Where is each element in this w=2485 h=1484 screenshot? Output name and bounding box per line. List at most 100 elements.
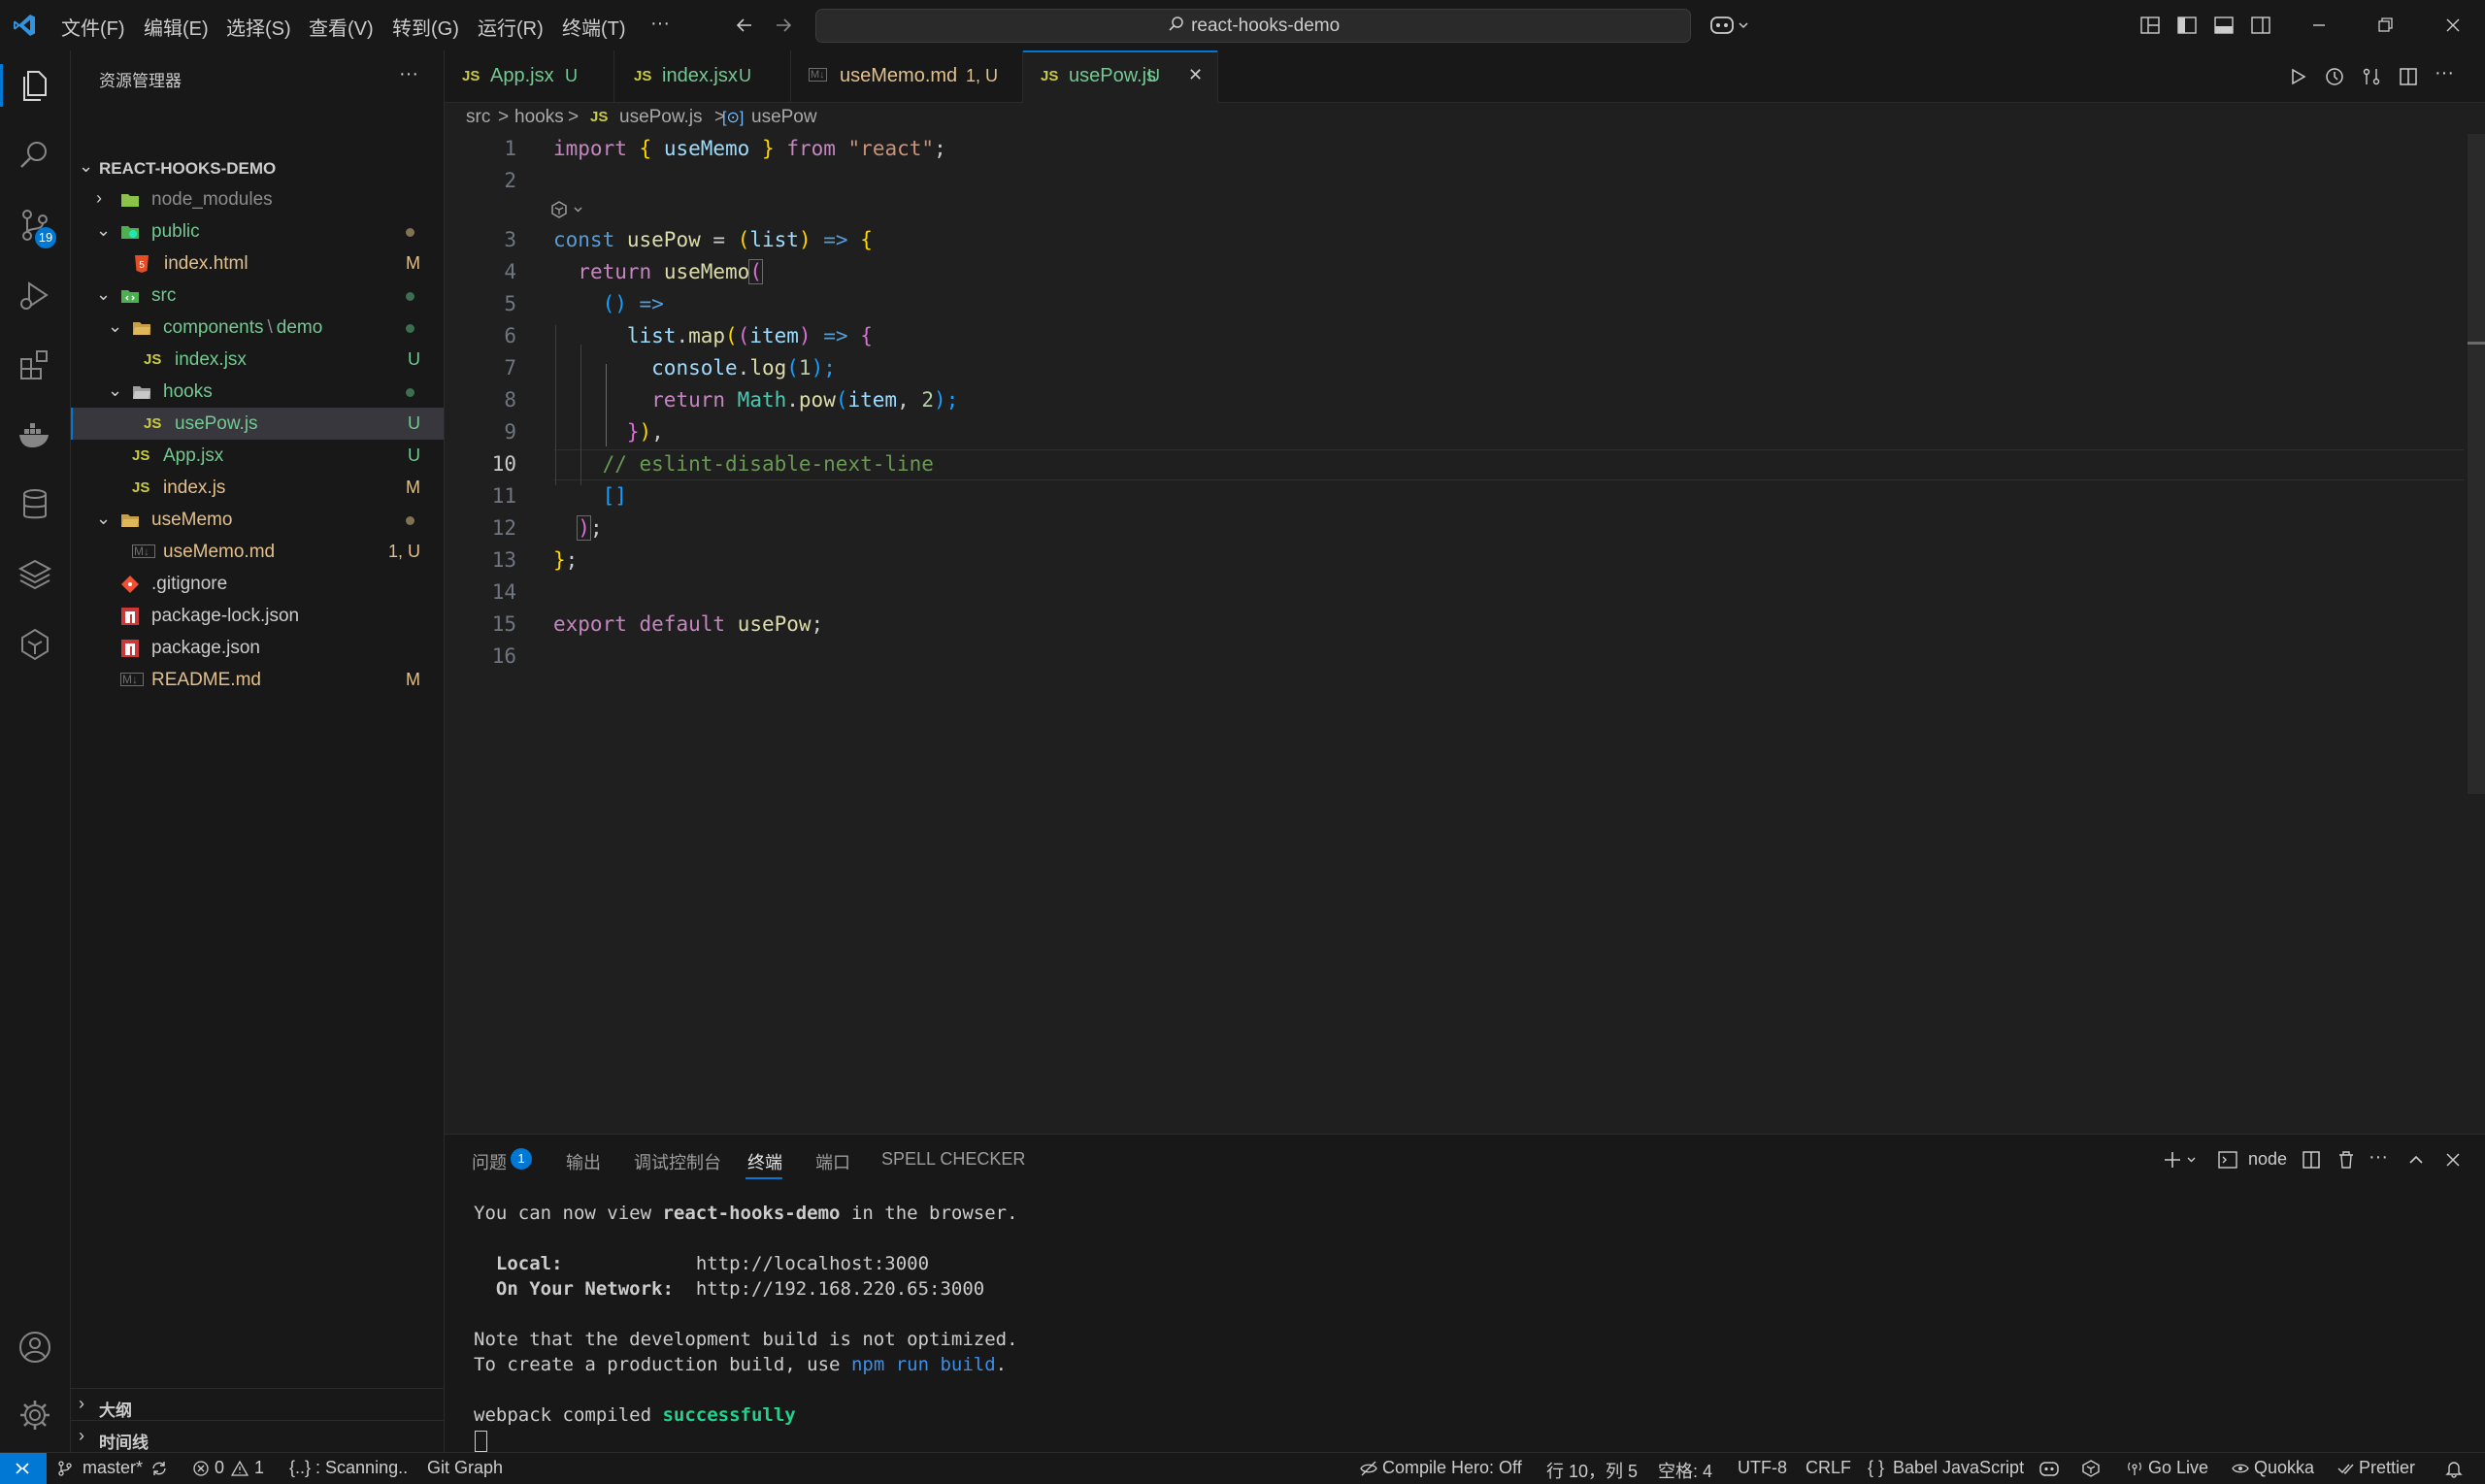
sync-icon[interactable] [150, 1460, 168, 1477]
language-mode[interactable]: Babel JavaScript [1893, 1458, 2024, 1478]
go-live-button[interactable]: Go Live [2148, 1458, 2208, 1478]
tree-item-hooks[interactable]: ⌄ hooks [71, 376, 444, 408]
outline-section[interactable]: › 大纲 [71, 1389, 444, 1421]
tree-item-gitignore[interactable]: .gitignore [71, 568, 444, 600]
history-icon[interactable] [2324, 66, 2345, 87]
tree-item-index-js[interactable]: JS index.js M [71, 472, 444, 504]
tab-usepow-js[interactable]: JS usePow.js U ✕ [1023, 50, 1218, 103]
tree-item-package-json[interactable]: package.json [71, 632, 444, 664]
quokka-codelens-icon[interactable] [549, 199, 590, 220]
tree-item-usepow-js[interactable]: JS usePow.js U [71, 408, 444, 440]
menu-terminal[interactable]: 终端(T) [562, 13, 626, 41]
layers-icon[interactable] [16, 555, 54, 594]
search-view-icon[interactable] [16, 136, 54, 175]
split-editor-icon[interactable] [2398, 66, 2419, 87]
cursor-position[interactable]: 行 10，列 5 [1546, 1458, 1638, 1483]
menu-file[interactable]: 文件(F) [61, 13, 125, 41]
tree-item-index-html[interactable]: 5 index.html M [71, 247, 444, 280]
close-panel-icon[interactable] [2442, 1149, 2464, 1171]
close-tab-icon[interactable]: ✕ [1188, 65, 1203, 85]
toggle-primary-sidebar-icon[interactable] [2176, 15, 2198, 36]
quokka-status[interactable]: Quokka [2254, 1458, 2314, 1478]
tree-item-components-demo[interactable]: ⌄ components \ demo [71, 312, 444, 344]
tab-index-jsx[interactable]: JS index.jsx U [614, 50, 791, 102]
eol-setting[interactable]: CRLF [1806, 1458, 1851, 1478]
menu-view[interactable]: 查看(V) [309, 13, 374, 41]
menu-selection[interactable]: 选择(S) [226, 13, 291, 41]
scanning-status[interactable]: {..} : Scanning.. [289, 1458, 408, 1478]
menu-run[interactable]: 运行(R) [478, 13, 544, 41]
quokka-icon[interactable] [16, 625, 54, 664]
bell-icon[interactable] [2444, 1459, 2464, 1478]
tab-app-jsx[interactable]: JS App.jsx U [445, 50, 614, 102]
menu-go[interactable]: 转到(G) [392, 13, 459, 41]
git-graph-button[interactable]: Git Graph [427, 1458, 503, 1478]
breadcrumb-src[interactable]: src [466, 107, 490, 128]
breadcrumb-symbol[interactable]: usePow [751, 107, 817, 128]
tab-debug-console[interactable]: 调试控制台 [634, 1149, 721, 1174]
tree-item-readme[interactable]: M↓ README.md M [71, 664, 444, 696]
copilot-icon[interactable] [1708, 13, 1751, 38]
new-terminal-icon[interactable] [2163, 1149, 2203, 1171]
tree-item-app-jsx[interactable]: JS App.jsx U [71, 440, 444, 472]
quokka-status-icon[interactable] [2080, 1459, 2102, 1478]
tree-item-public[interactable]: ⌄ public [71, 215, 444, 247]
tree-item-node-modules[interactable]: › node_modules [71, 183, 444, 215]
tree-item-src[interactable]: ⌄ src [71, 280, 444, 312]
terminal-link[interactable]: http://192.168.220.65:3000 [696, 1278, 984, 1300]
forward-arrow-icon[interactable] [773, 15, 794, 36]
encoding-setting[interactable]: UTF-8 [1738, 1458, 1787, 1478]
tree-item-package-lock[interactable]: package-lock.json [71, 600, 444, 632]
menu-edit[interactable]: 编辑(E) [144, 13, 209, 41]
compare-changes-icon[interactable] [2361, 66, 2382, 87]
command-center-search[interactable]: react-hooks-demo [815, 9, 1691, 43]
terminal-link[interactable]: http://localhost:3000 [696, 1253, 929, 1274]
split-terminal-icon[interactable] [2301, 1149, 2322, 1171]
toggle-secondary-sidebar-icon[interactable] [2250, 15, 2271, 36]
menu-more[interactable]: ··· [650, 13, 670, 35]
tab-ports[interactable]: 端口 [815, 1149, 850, 1174]
copilot-status-icon[interactable] [2038, 1459, 2060, 1478]
git-branch[interactable]: master* [83, 1458, 143, 1478]
run-debug-icon[interactable] [16, 276, 54, 314]
remote-indicator[interactable] [0, 1453, 47, 1484]
toggle-panel-icon[interactable] [2213, 15, 2235, 36]
settings-gear-icon[interactable] [16, 1396, 54, 1435]
tab-spell-checker[interactable]: SPELL CHECKER [881, 1149, 1025, 1170]
tab-problems[interactable]: 问题 [472, 1149, 507, 1174]
more-actions-icon[interactable]: ··· [2435, 62, 2454, 84]
explorer-icon[interactable] [16, 66, 54, 105]
project-root-header[interactable]: ⌄ REACT-HOOKS-DEMO [71, 151, 444, 183]
prettier-status[interactable]: Prettier [2359, 1458, 2415, 1478]
trash-icon[interactable] [2336, 1149, 2357, 1171]
code-editor[interactable]: 1 2 3 4 5 6 7 8 9 10 11 12 13 14 15 16 i… [445, 134, 2464, 1134]
tree-item-index-jsx[interactable]: JS index.jsx U [71, 344, 444, 376]
editor-scrollbar[interactable] [2468, 134, 2485, 794]
warning-count[interactable]: 1 [254, 1458, 264, 1478]
minimize-icon[interactable] [2308, 15, 2330, 36]
maximize-panel-icon[interactable] [2405, 1149, 2427, 1171]
accounts-icon[interactable] [16, 1328, 54, 1367]
explorer-more-button[interactable]: ··· [399, 63, 418, 85]
run-file-icon[interactable] [2287, 66, 2308, 87]
customize-layout-icon[interactable] [2139, 15, 2161, 36]
tab-output[interactable]: 输出 [566, 1149, 601, 1174]
close-window-icon[interactable] [2442, 15, 2464, 36]
breadcrumb-file[interactable]: usePow.js [619, 107, 703, 128]
compile-hero-status[interactable]: Compile Hero: Off [1382, 1458, 1522, 1478]
tab-terminal[interactable]: 终端 [747, 1149, 782, 1174]
panel-more-icon[interactable]: ··· [2369, 1146, 2388, 1169]
breadcrumb-hooks[interactable]: hooks [514, 107, 564, 128]
error-count[interactable]: 0 [215, 1458, 224, 1478]
terminal-name[interactable]: node [2248, 1149, 2287, 1170]
indentation-setting[interactable]: 空格: 4 [1658, 1458, 1712, 1483]
timeline-section[interactable]: › 时间线 [71, 1421, 444, 1453]
back-arrow-icon[interactable] [734, 15, 755, 36]
database-icon[interactable] [16, 485, 54, 524]
extensions-icon[interactable] [16, 346, 54, 384]
docker-icon[interactable] [16, 415, 54, 454]
tree-item-usememo-md[interactable]: M↓ useMemo.md 1, U [71, 536, 444, 568]
tree-item-usememo-folder[interactable]: ⌄ useMemo [71, 504, 444, 536]
tab-usememo-md[interactable]: M↓ useMemo.md 1, U [791, 50, 1023, 102]
restore-icon[interactable] [2374, 15, 2396, 36]
